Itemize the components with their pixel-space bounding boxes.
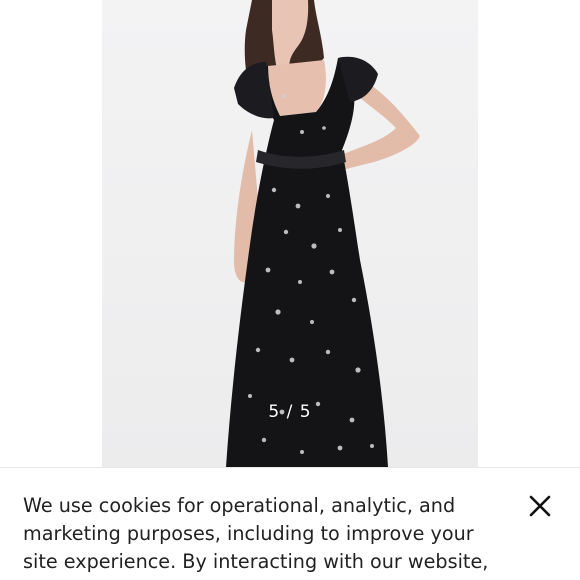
close-cookie-banner-button[interactable] <box>524 490 556 522</box>
product-photo[interactable] <box>102 0 478 467</box>
cookie-banner-text: We use cookies for operational, analytic… <box>23 494 489 580</box>
close-icon <box>529 495 551 517</box>
image-counter: 5 / 5 <box>268 402 312 422</box>
product-image-gallery[interactable]: 5 / 5 <box>0 0 580 467</box>
cookie-banner: We use cookies for operational, analytic… <box>0 467 580 580</box>
dress-model-illustration <box>226 0 420 467</box>
